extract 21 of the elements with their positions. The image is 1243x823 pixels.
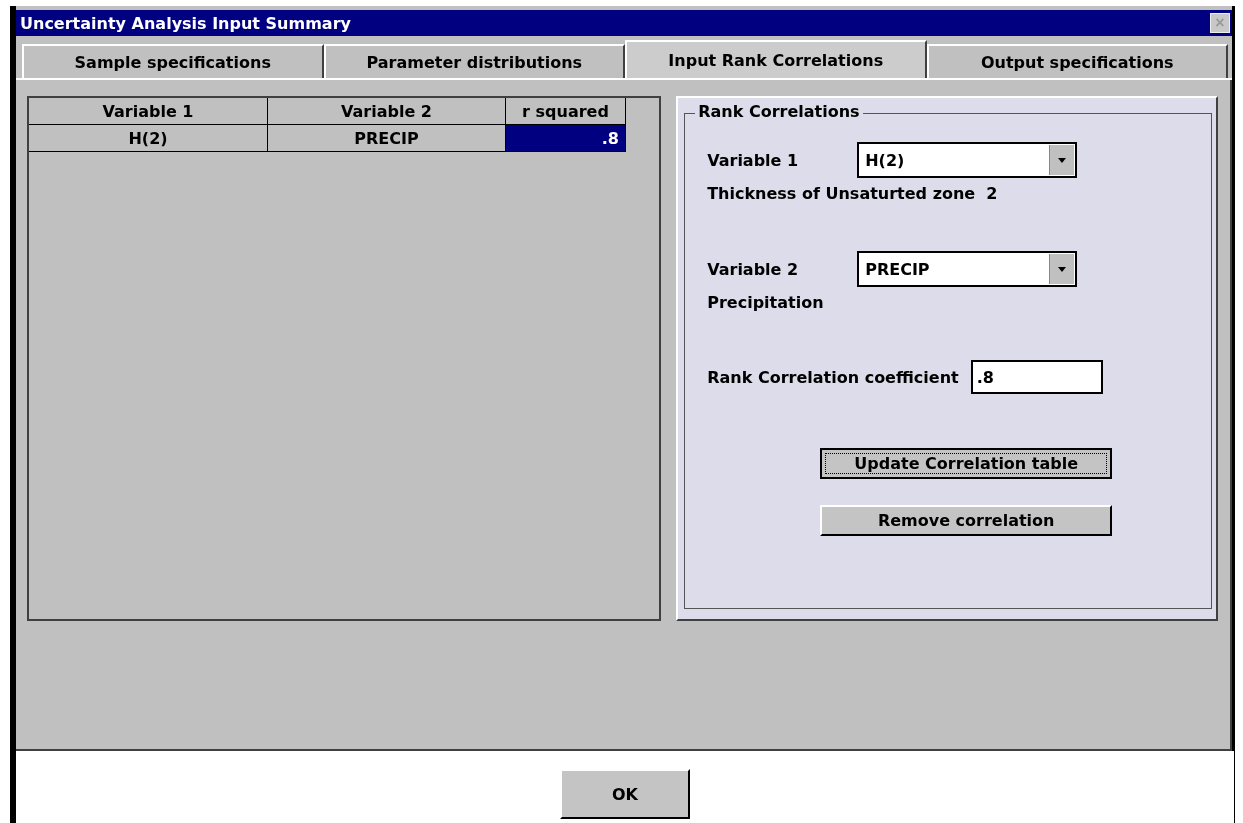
column-header: Variable 2	[268, 98, 506, 125]
column-header: Variable 1	[29, 98, 268, 125]
table-cell[interactable]: .8	[506, 125, 626, 152]
field-label: Rank Correlation coefficient	[707, 367, 959, 387]
field-label: Variable 2	[707, 259, 800, 279]
action-button[interactable]: Remove correlation	[820, 505, 1113, 536]
tab[interactable]: Output specifications	[926, 44, 1228, 78]
coefficient-field[interactable]: .8	[970, 360, 1103, 394]
tab[interactable]: Input Rank Correlations	[625, 40, 927, 78]
variable-description: Precipitation	[707, 293, 825, 312]
field-label: Variable 1	[707, 150, 800, 170]
table-cell[interactable]: PRECIP	[268, 125, 506, 152]
dropdown[interactable]: H(2)	[857, 142, 1078, 178]
tab[interactable]: Parameter distributions	[323, 44, 625, 78]
variable-description: Thickness of Unsaturted zone 2	[707, 184, 999, 203]
dropdown[interactable]: PRECIP	[857, 251, 1078, 287]
window-title: Uncertainty Analysis Input Summary	[20, 13, 351, 33]
ok-button[interactable]: OK	[560, 769, 690, 819]
action-button[interactable]: Update Correlation table	[820, 448, 1113, 479]
table-cell[interactable]: H(2)	[29, 125, 268, 152]
tab[interactable]: Sample specifications	[22, 44, 324, 78]
